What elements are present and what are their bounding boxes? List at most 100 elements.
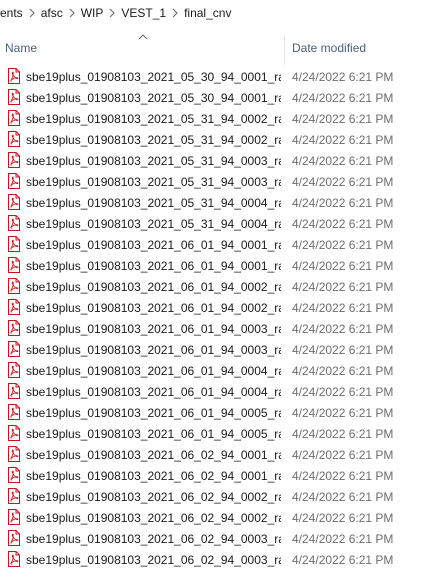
pdf-file-icon [8,551,20,567]
pdf-file-icon [8,257,20,273]
column-header: Name Date modified [0,29,430,66]
pdf-file-icon [8,383,20,399]
file-row[interactable]: sbe19plus_01908103_2021_05_31_94_0004_ra… [0,213,430,234]
file-date-modified: 4/24/2022 6:21 PM [292,154,394,168]
breadcrumb-item-final-cnv[interactable]: final_cnv [184,6,231,20]
file-name: sbe19plus_01908103_2021_06_01_94_0001_ra… [26,238,281,252]
chevron-right-icon[interactable] [63,0,81,26]
file-row[interactable]: sbe19plus_01908103_2021_06_02_94_0001_ra… [0,465,430,486]
pdf-file-icon [8,446,20,462]
column-header-name[interactable]: Name [0,29,284,66]
file-name: sbe19plus_01908103_2021_06_02_94_0002_ra… [26,511,281,525]
pdf-file-icon [8,320,20,336]
pdf-file-icon [8,530,20,546]
chevron-right-icon[interactable] [23,0,41,26]
breadcrumb-item-wip[interactable]: WIP [81,6,104,20]
file-row[interactable]: sbe19plus_01908103_2021_05_31_94_0002_ra… [0,129,430,150]
file-name: sbe19plus_01908103_2021_06_01_94_0005_ra… [26,427,281,441]
pdf-file-icon [8,68,20,84]
file-date-modified: 4/24/2022 6:21 PM [292,217,394,231]
file-row[interactable]: sbe19plus_01908103_2021_05_31_94_0003_ra… [0,171,430,192]
file-row[interactable]: sbe19plus_01908103_2021_05_31_94_0004_ra… [0,192,430,213]
pdf-file-icon [8,467,20,483]
chevron-right-icon[interactable] [166,0,184,26]
pdf-file-icon [8,278,20,294]
file-date-modified: 4/24/2022 6:21 PM [292,406,394,420]
column-header-name-label: Name [5,41,38,55]
pdf-file-icon [8,215,20,231]
pdf-file-icon [8,509,20,525]
file-row[interactable]: sbe19plus_01908103_2021_06_02_94_0003_ra… [0,549,430,570]
file-row[interactable]: sbe19plus_01908103_2021_05_31_94_0003_ra… [0,150,430,171]
file-date-modified: 4/24/2022 6:21 PM [292,259,394,273]
sort-ascending-icon [136,31,150,41]
file-date-modified: 4/24/2022 6:21 PM [292,532,394,546]
file-date-modified: 4/24/2022 6:21 PM [292,70,394,84]
file-row[interactable]: sbe19plus_01908103_2021_05_31_94_0002_ra… [0,108,430,129]
file-row[interactable]: sbe19plus_01908103_2021_06_01_94_0002_ra… [0,297,430,318]
file-date-modified: 4/24/2022 6:21 PM [292,280,394,294]
file-name: sbe19plus_01908103_2021_06_01_94_0004_ra… [26,385,281,399]
pdf-file-icon [8,362,20,378]
file-row[interactable]: sbe19plus_01908103_2021_06_01_94_0003_ra… [0,318,430,339]
file-row[interactable]: sbe19plus_01908103_2021_06_01_94_0005_ra… [0,402,430,423]
file-date-modified: 4/24/2022 6:21 PM [292,175,394,189]
file-row[interactable]: sbe19plus_01908103_2021_06_02_94_0003_ra… [0,528,430,549]
file-list: sbe19plus_01908103_2021_05_30_94_0001_ra… [0,66,430,586]
file-row[interactable]: sbe19plus_01908103_2021_06_01_94_0003_ra… [0,339,430,360]
file-row[interactable]: sbe19plus_01908103_2021_06_01_94_0002_ra… [0,276,430,297]
file-date-modified: 4/24/2022 6:21 PM [292,112,394,126]
file-name: sbe19plus_01908103_2021_06_01_94_0003_ra… [26,322,281,336]
chevron-right-icon[interactable] [103,0,121,26]
file-name: sbe19plus_01908103_2021_06_02_94_0003_ra… [26,553,281,567]
file-date-modified: 4/24/2022 6:21 PM [292,238,394,252]
file-name: sbe19plus_01908103_2021_05_30_94_0001_ra… [26,91,281,105]
file-date-modified: 4/24/2022 6:21 PM [292,511,394,525]
file-name: sbe19plus_01908103_2021_05_31_94_0004_ra… [26,217,281,231]
file-date-modified: 4/24/2022 6:21 PM [292,427,394,441]
file-name: sbe19plus_01908103_2021_05_31_94_0003_ra… [26,154,281,168]
pdf-file-icon [8,152,20,168]
file-name: sbe19plus_01908103_2021_06_01_94_0005_ra… [26,406,281,420]
pdf-file-icon [8,194,20,210]
file-name: sbe19plus_01908103_2021_06_01_94_0003_ra… [26,343,281,357]
pdf-file-icon [8,425,20,441]
pdf-file-icon [8,173,20,189]
file-name: sbe19plus_01908103_2021_05_30_94_0001_ra… [26,70,281,84]
file-row[interactable]: sbe19plus_01908103_2021_06_01_94_0001_ra… [0,234,430,255]
file-name: sbe19plus_01908103_2021_06_01_94_0001_ra… [26,259,281,273]
file-date-modified: 4/24/2022 6:21 PM [292,133,394,147]
pdf-file-icon [8,89,20,105]
file-date-modified: 4/24/2022 6:21 PM [292,364,394,378]
file-row[interactable]: sbe19plus_01908103_2021_06_02_94_0002_ra… [0,486,430,507]
file-date-modified: 4/24/2022 6:21 PM [292,553,394,567]
file-date-modified: 4/24/2022 6:21 PM [292,196,394,210]
file-row[interactable]: sbe19plus_01908103_2021_05_30_94_0001_ra… [0,87,430,108]
file-row[interactable]: sbe19plus_01908103_2021_06_02_94_0001_ra… [0,444,430,465]
pdf-file-icon [8,110,20,126]
file-date-modified: 4/24/2022 6:21 PM [292,448,394,462]
file-date-modified: 4/24/2022 6:21 PM [292,385,394,399]
file-row[interactable]: sbe19plus_01908103_2021_05_30_94_0001_ra… [0,66,430,87]
file-row[interactable]: sbe19plus_01908103_2021_06_02_94_0002_ra… [0,507,430,528]
file-name: sbe19plus_01908103_2021_06_01_94_0004_ra… [26,364,281,378]
file-name: sbe19plus_01908103_2021_05_31_94_0002_ra… [26,133,281,147]
column-header-date-modified-label: Date modified [292,41,367,55]
file-row[interactable]: sbe19plus_01908103_2021_06_01_94_0001_ra… [0,255,430,276]
file-name: sbe19plus_01908103_2021_06_02_94_0001_ra… [26,448,281,462]
breadcrumb-item-afsc[interactable]: afsc [41,6,63,20]
breadcrumb-item-documents[interactable]: ents [0,6,23,20]
pdf-file-icon [8,341,20,357]
pdf-file-icon [8,404,20,420]
file-date-modified: 4/24/2022 6:21 PM [292,91,394,105]
column-header-date-modified[interactable]: Date modified [285,29,430,66]
file-row[interactable]: sbe19plus_01908103_2021_06_01_94_0005_ra… [0,423,430,444]
file-date-modified: 4/24/2022 6:21 PM [292,322,394,336]
file-name: sbe19plus_01908103_2021_06_01_94_0002_ra… [26,301,281,315]
breadcrumb-item-vest-1[interactable]: VEST_1 [121,6,166,20]
file-date-modified: 4/24/2022 6:21 PM [292,301,394,315]
file-row[interactable]: sbe19plus_01908103_2021_06_01_94_0004_ra… [0,381,430,402]
file-name: sbe19plus_01908103_2021_06_02_94_0002_ra… [26,490,281,504]
file-date-modified: 4/24/2022 6:21 PM [292,469,394,483]
file-row[interactable]: sbe19plus_01908103_2021_06_01_94_0004_ra… [0,360,430,381]
